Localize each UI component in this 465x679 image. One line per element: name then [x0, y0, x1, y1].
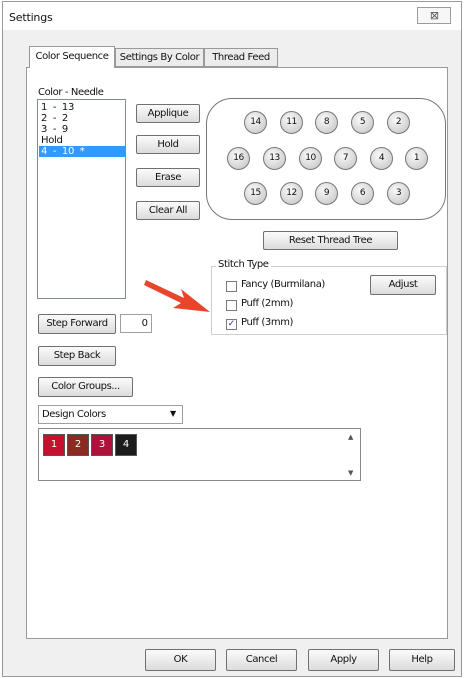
close-button[interactable]: ⊠: [417, 7, 451, 24]
adjust-button[interactable]: Adjust: [370, 275, 436, 295]
color-swatch-3[interactable]: 3: [91, 434, 113, 456]
color-swatch-4[interactable]: 4: [115, 434, 137, 456]
color-swatch-1[interactable]: 1: [43, 434, 65, 456]
needle-16[interactable]: 16: [227, 147, 250, 170]
dialog-title: Settings: [9, 11, 53, 24]
puff-2mm-label: Puff (2mm): [241, 298, 294, 309]
needle-1[interactable]: 1: [405, 147, 428, 170]
needle-8[interactable]: 8: [315, 111, 338, 134]
cancel-button[interactable]: Cancel: [226, 649, 297, 671]
reset-thread-tree-button[interactable]: Reset Thread Tree: [263, 231, 398, 250]
help-button[interactable]: Help: [389, 649, 455, 671]
hold-button[interactable]: Hold: [136, 135, 200, 154]
needle-15[interactable]: 15: [244, 182, 267, 205]
scroll-up-icon[interactable]: ▲: [348, 433, 353, 441]
tab-color-sequence[interactable]: Color Sequence: [29, 46, 115, 68]
dropdown-value: Design Colors: [42, 409, 106, 420]
list-item[interactable]: 2 - 2: [41, 113, 68, 124]
step-forward-button[interactable]: Step Forward: [38, 314, 116, 334]
fancy-burmilana-checkbox[interactable]: [226, 281, 237, 292]
color-source-dropdown[interactable]: Design Colors ▼: [38, 405, 183, 424]
needle-4[interactable]: 4: [370, 147, 393, 170]
puff-3mm-label: Puff (3mm): [241, 317, 294, 328]
needle-9[interactable]: 9: [315, 182, 338, 205]
chevron-down-icon: ▼: [170, 409, 177, 418]
step-back-button[interactable]: Step Back: [38, 346, 116, 366]
needle-6[interactable]: 6: [351, 182, 374, 205]
step-count-field[interactable]: 0: [120, 314, 152, 333]
clear-all-button[interactable]: Clear All: [136, 201, 200, 220]
needle-5[interactable]: 5: [351, 111, 374, 134]
color-needle-list[interactable]: 1 - 13 2 - 2 3 - 9 Hold 4 - 10 *: [37, 99, 126, 299]
scroll-down-icon[interactable]: ▼: [348, 469, 353, 477]
puff-2mm-checkbox[interactable]: [226, 300, 237, 311]
needle-10[interactable]: 10: [299, 147, 322, 170]
list-item[interactable]: 3 - 9: [41, 124, 68, 135]
title-bar: Settings ⊠: [3, 2, 461, 30]
list-item-selected[interactable]: 4 - 10 *: [39, 146, 126, 157]
needle-13[interactable]: 13: [263, 147, 286, 170]
red-arrow-annotation: [144, 280, 210, 312]
apply-button[interactable]: Apply: [308, 649, 379, 671]
ok-button[interactable]: OK: [145, 649, 216, 671]
needle-14[interactable]: 14: [244, 111, 267, 134]
erase-button[interactable]: Erase: [136, 168, 200, 187]
needle-7[interactable]: 7: [334, 147, 357, 170]
list-item[interactable]: Hold: [41, 135, 63, 146]
puff-3mm-checkbox[interactable]: ✓: [226, 319, 237, 330]
needle-11[interactable]: 11: [280, 111, 303, 134]
needle-3[interactable]: 3: [387, 182, 410, 205]
list-item[interactable]: 1 - 13: [41, 102, 74, 113]
applique-button[interactable]: Applique: [136, 104, 200, 123]
needle-12[interactable]: 12: [280, 182, 303, 205]
tab-settings-by-color[interactable]: Settings By Color: [115, 48, 204, 67]
stitch-type-title: Stitch Type: [216, 259, 271, 270]
color-swatch-2[interactable]: 2: [67, 434, 89, 456]
color-groups-button[interactable]: Color Groups...: [38, 377, 133, 397]
color-needle-label: Color - Needle: [38, 87, 104, 98]
tab-thread-feed[interactable]: Thread Feed: [204, 48, 278, 67]
design-colors-swatch-box: 1 2 3 4 ▲ ▼: [38, 428, 361, 481]
fancy-burmilana-label: Fancy (Burmilana): [241, 279, 325, 290]
needle-2[interactable]: 2: [387, 111, 410, 134]
